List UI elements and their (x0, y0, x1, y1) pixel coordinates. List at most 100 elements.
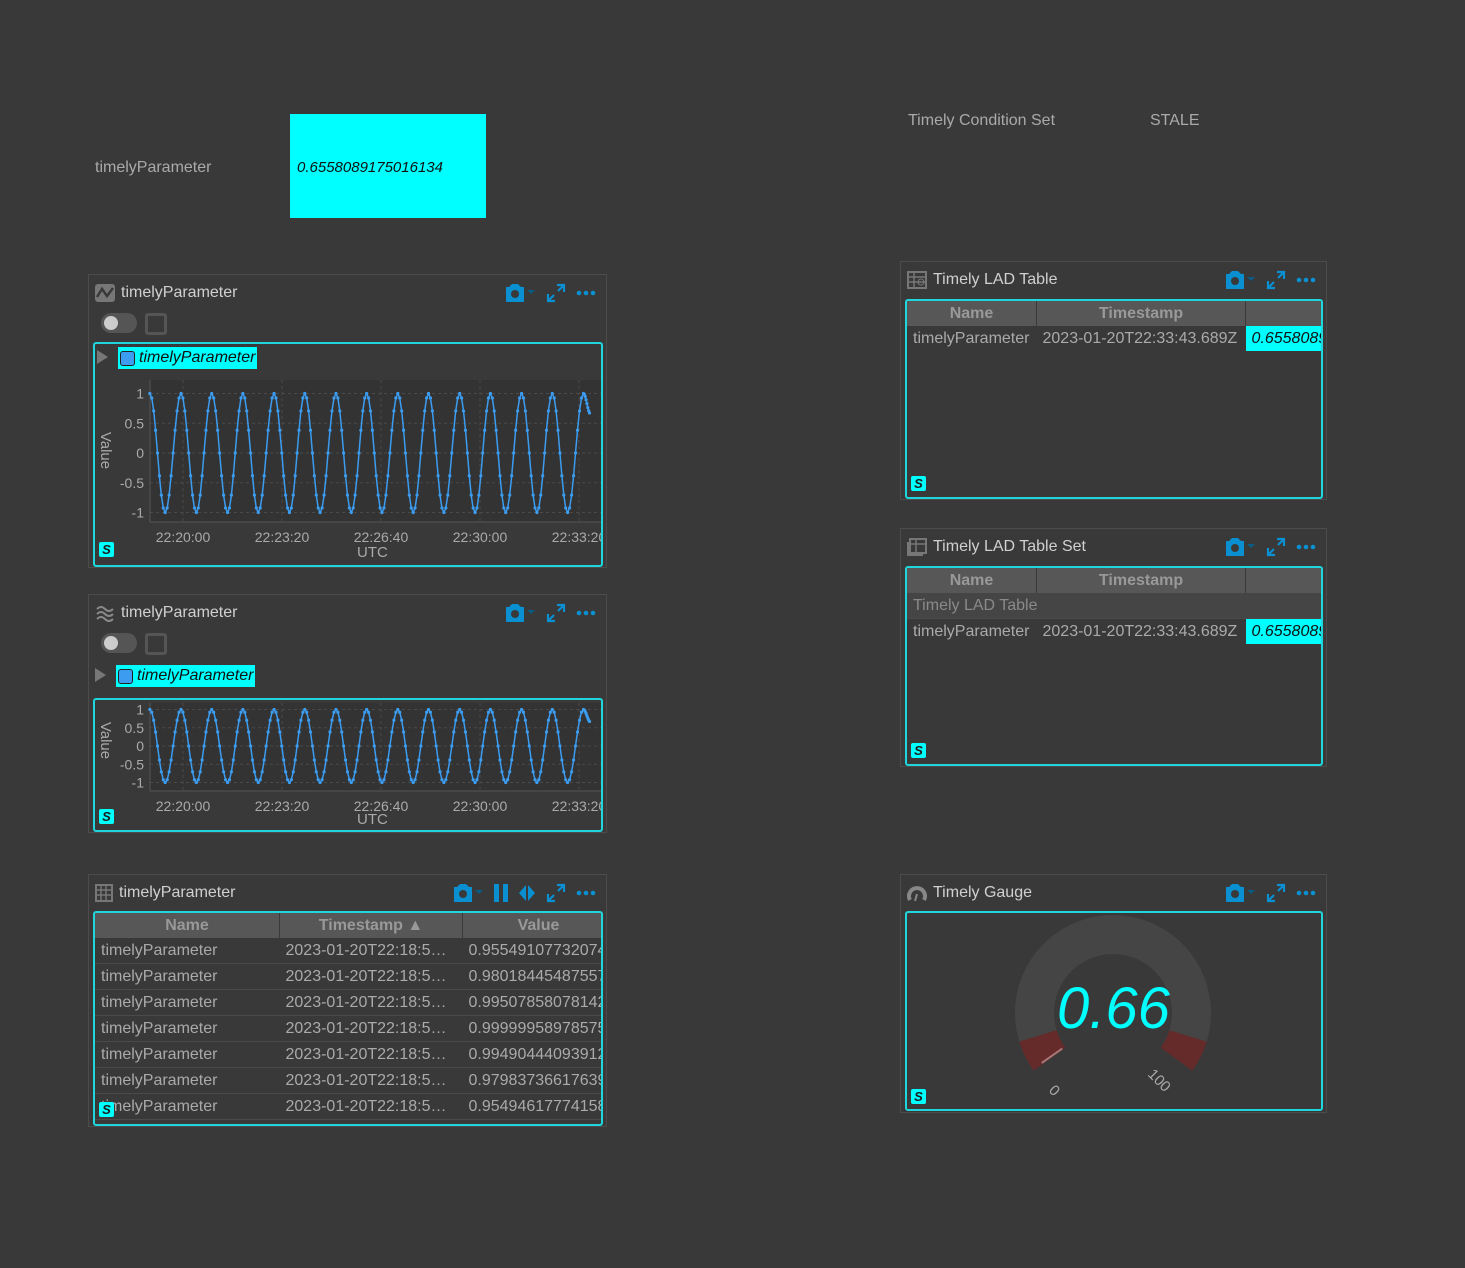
data-point (179, 707, 183, 712)
data-point (542, 744, 547, 748)
fullscreen-icon[interactable] (546, 283, 566, 303)
toggle-switch[interactable] (101, 633, 137, 653)
column-header-timestamp[interactable]: Timestamp (1036, 301, 1246, 326)
plot-background (150, 380, 601, 522)
data-point (567, 778, 572, 782)
data-point (357, 451, 361, 455)
s-badge-icon: S (99, 809, 114, 824)
data-point (155, 744, 160, 748)
data-point (187, 744, 191, 748)
column-header-name[interactable]: Name (907, 568, 1037, 593)
data-point (425, 396, 429, 400)
data-point (556, 730, 560, 734)
table-row[interactable]: timelyParameter 2023-01-20T22:18:5… 0.9801… (95, 963, 601, 990)
clock-icon[interactable] (145, 633, 167, 655)
camera-icon[interactable] (504, 284, 536, 302)
fullscreen-icon[interactable] (1266, 537, 1286, 557)
table-row[interactable]: timelyParameter 2023-01-20T22:18:5… 0.9949… (95, 1041, 601, 1068)
expand-triangle-icon[interactable] (95, 668, 106, 682)
data-point (569, 493, 574, 497)
data-point (372, 744, 376, 748)
table-row[interactable]: timelyParameter 2023-01-20T22:18:5… 0.9798… (95, 1067, 601, 1094)
group-row[interactable]: Timely LAD Table (907, 593, 1321, 619)
data-point (155, 451, 160, 455)
data-point (308, 730, 313, 734)
data-point (535, 510, 539, 515)
legend-item[interactable]: timelyParameter (116, 665, 256, 687)
fullscreen-icon[interactable] (1266, 270, 1286, 290)
table-row[interactable]: timelyParameter 2023-01-20T22:18:5… 0.9999… (95, 1015, 601, 1042)
lad-table-icon (907, 271, 927, 289)
camera-icon[interactable] (452, 884, 484, 902)
data-point (378, 506, 382, 510)
data-point (241, 707, 245, 712)
more-options-icon[interactable] (576, 610, 596, 616)
column-header-name[interactable]: Name (95, 913, 280, 938)
table-row[interactable]: timelyParameter 2023-01-20T22:18:5… 0.9549… (95, 1093, 601, 1120)
data-point (473, 510, 477, 515)
data-point (374, 474, 378, 478)
data-point (291, 770, 295, 774)
data-point (185, 428, 189, 432)
more-options-icon[interactable] (1296, 544, 1316, 550)
more-options-icon[interactable] (1296, 277, 1316, 283)
camera-icon[interactable] (1224, 271, 1256, 289)
data-point (264, 451, 268, 455)
data-point (161, 778, 165, 782)
table-row[interactable]: timelyParameter 2023-01-20T22:18:5… 0.9950… (95, 989, 601, 1016)
data-point (376, 493, 380, 497)
data-point (483, 730, 487, 734)
cell-timestamp: 2023-01-20T22:18:5… (279, 1093, 463, 1120)
data-point (460, 396, 464, 400)
column-header-value[interactable]: Va (1245, 568, 1321, 593)
chart-svg[interactable]: 10.50-0.5-122:20:00 22:23:20 22:26:40 22:30… (95, 344, 603, 567)
column-header-timestamp[interactable]: Timestamp (1036, 568, 1246, 593)
data-point (169, 474, 173, 478)
data-point (150, 710, 154, 714)
camera-icon[interactable] (504, 604, 536, 622)
fullscreen-icon[interactable] (546, 883, 566, 903)
data-point (542, 451, 547, 455)
data-point (148, 391, 152, 396)
table-row[interactable]: timelyParameter 2023-01-20T22:33:43.689Z… (907, 326, 1321, 351)
data-point (544, 428, 549, 432)
fullscreen-icon[interactable] (546, 603, 566, 623)
chart-svg[interactable]: 10.50-0.5-122:20:00 22:23:20 22:26:40 22:30… (95, 700, 603, 832)
data-point (454, 409, 458, 413)
data-point (340, 428, 344, 432)
table-row[interactable]: timelyParameter 2023-01-20T22:18:5… 0.9554… (95, 938, 601, 964)
y-tick-label: 0 (136, 738, 144, 754)
pause-icon[interactable] (494, 884, 508, 902)
more-options-icon[interactable] (576, 890, 596, 896)
data-point (326, 744, 330, 748)
data-point (525, 428, 529, 432)
table-row[interactable]: timelyParameter 2023-01-20T22:33:43.689Z… (907, 618, 1321, 644)
camera-icon[interactable] (1224, 884, 1256, 902)
clock-icon[interactable] (145, 313, 167, 335)
data-point (192, 506, 197, 510)
data-point (216, 730, 220, 734)
camera-icon[interactable] (1224, 538, 1256, 556)
more-options-icon[interactable] (1296, 890, 1316, 896)
data-point (171, 744, 175, 748)
expand-columns-icon[interactable] (518, 884, 536, 902)
data-point (293, 474, 297, 478)
data-point (305, 396, 309, 400)
toggle-switch[interactable] (101, 313, 137, 333)
more-options-icon[interactable] (576, 290, 596, 296)
column-header-timestamp[interactable]: Timestamp ▲ (279, 913, 463, 938)
data-point (153, 730, 158, 734)
column-header-value[interactable]: Va (1245, 301, 1321, 326)
data-point (421, 730, 425, 734)
data-point (366, 396, 371, 400)
data-point (498, 758, 502, 762)
data-point (218, 451, 222, 455)
cell-timestamp: 2023-01-20T22:18:5… (279, 989, 463, 1016)
data-point (537, 778, 541, 782)
cell-value: 0.6558089 (1245, 326, 1321, 351)
column-header-name[interactable]: Name (907, 301, 1037, 326)
column-header-value[interactable]: Value (462, 913, 601, 938)
x-tick-label: 22:23:20 (255, 798, 310, 814)
fullscreen-icon[interactable] (1266, 883, 1286, 903)
data-point (415, 770, 419, 774)
